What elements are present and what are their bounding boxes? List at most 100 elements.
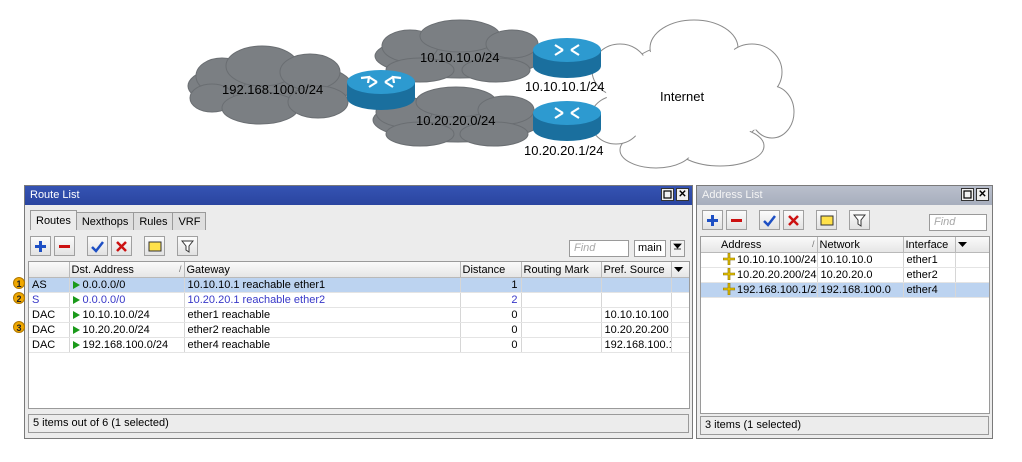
col-network[interactable]: Network <box>817 237 904 253</box>
address-toolbar <box>702 210 870 230</box>
note-icon <box>820 215 833 226</box>
close-button[interactable]: ✕ <box>676 188 689 201</box>
route-flags: S <box>29 292 70 308</box>
routes-header-row: Dst. Address / Gateway Distance Routing M… <box>29 262 689 278</box>
route-status-bar: 5 items out of 6 (1 selected) <box>28 414 689 433</box>
enable-button[interactable] <box>87 236 108 256</box>
sort-indicator-icon: / <box>178 263 182 274</box>
route-gateway: 10.20.20.1 reachable ether2 <box>184 292 461 308</box>
tab-nexthops[interactable]: Nexthops <box>75 212 135 230</box>
add-button[interactable] <box>30 236 51 256</box>
route-active-flag-icon <box>72 296 80 304</box>
route-dst: 192.168.100.0/24 <box>69 337 185 353</box>
col-address[interactable]: Address / <box>701 237 818 253</box>
route-active-flag-icon <box>72 281 80 289</box>
col-distance[interactable]: Distance <box>460 262 522 278</box>
route-distance: 0 <box>460 337 522 353</box>
route-dst-text: 0.0.0.0/0 <box>82 294 126 306</box>
row-spacer <box>955 282 989 298</box>
table-row[interactable]: AS 0.0.0.0/0 10.10.10.1 reachable ether1… <box>29 277 689 293</box>
router-icon <box>533 101 601 141</box>
address-table: Address / Network Interface 10.10.10.100/… <box>701 237 989 298</box>
find-input[interactable]: Find <box>929 214 987 231</box>
network-cell: 192.168.100.0 <box>817 282 904 298</box>
tab-vrf[interactable]: VRF <box>172 212 207 230</box>
disable-button[interactable] <box>111 236 132 256</box>
route-gateway: ether1 reachable <box>184 307 461 323</box>
col-dst-address[interactable]: Dst. Address / <box>69 262 185 278</box>
route-pref-source: 10.10.10.100 <box>601 307 672 323</box>
annotation-badge-1: 1 <box>13 277 25 289</box>
col-gateway[interactable]: Gateway <box>184 262 461 278</box>
restore-button[interactable] <box>961 188 974 201</box>
remove-button[interactable] <box>54 236 75 256</box>
net1-subnet-label: 10.10.10.0/24 <box>420 50 500 65</box>
route-pref-source: 10.20.20.200 <box>601 322 672 338</box>
window-title: Route List <box>30 189 80 201</box>
address-plus-icon <box>723 283 735 295</box>
address-plus-icon <box>723 268 735 280</box>
comment-button[interactable] <box>816 210 837 230</box>
route-flags: DAC <box>29 322 70 338</box>
remove-button[interactable] <box>726 210 747 230</box>
address-plus-icon <box>723 253 735 265</box>
table-row[interactable]: DAC 192.168.100.0/24 ether4 reachable 0 … <box>29 337 689 353</box>
address-list-titlebar[interactable]: Address List ✕ <box>697 186 992 205</box>
filter-button[interactable] <box>849 210 870 230</box>
annotation-badge-3: 3 <box>13 321 25 333</box>
find-input[interactable]: Find <box>569 240 629 257</box>
route-mark <box>521 277 602 293</box>
table-row[interactable]: 10.20.20.200/24 10.20.20.0 ether2 <box>701 267 989 283</box>
route-active-flag-icon <box>72 326 80 334</box>
row-spacer <box>671 337 689 353</box>
route-list-titlebar[interactable]: Route List ✕ <box>25 186 692 205</box>
route-mark <box>521 307 602 323</box>
routing-table-select[interactable]: main <box>634 240 666 257</box>
network-cell: 10.10.10.0 <box>817 252 904 268</box>
tab-rules[interactable]: Rules <box>133 212 174 230</box>
row-spacer <box>671 277 689 293</box>
check-icon <box>763 214 776 227</box>
tab-routes[interactable]: Routes <box>30 210 77 230</box>
filter-button[interactable] <box>177 236 198 256</box>
address-cell: 10.20.20.200/24 <box>701 267 818 283</box>
col-flags[interactable] <box>29 262 70 278</box>
net2-subnet-label: 10.20.20.0/24 <box>416 113 496 128</box>
route-flags: DAC <box>29 337 70 353</box>
filter-icon <box>181 240 194 253</box>
table-row[interactable]: 10.10.10.100/24 10.10.10.0 ether1 <box>701 252 989 268</box>
close-button[interactable]: ✕ <box>976 188 989 201</box>
enable-button[interactable] <box>759 210 780 230</box>
columns-menu-button[interactable] <box>671 262 689 278</box>
network-diagram: 192.168.100.0/24 10.10.10.0/24 10.20.20.… <box>0 0 1022 180</box>
interface-cell: ether1 <box>903 252 956 268</box>
restore-button[interactable] <box>661 188 674 201</box>
table-dropdown-button[interactable] <box>670 240 685 257</box>
window-title: Address List <box>702 189 763 201</box>
comment-button[interactable] <box>144 236 165 256</box>
disable-button[interactable] <box>783 210 804 230</box>
plus-icon <box>35 240 46 252</box>
table-row[interactable]: 192.168.100.1/24 192.168.100.0 ether4 <box>701 282 989 298</box>
col-interface[interactable]: Interface <box>903 237 956 253</box>
table-row[interactable]: DAC 10.20.20.0/24 ether2 reachable 0 10.… <box>29 322 689 338</box>
network-cell: 10.20.20.0 <box>817 267 904 283</box>
table-row[interactable]: S 0.0.0.0/0 10.20.20.1 reachable ether2 … <box>29 292 689 308</box>
route-dst: 10.20.20.0/24 <box>69 322 185 338</box>
route-distance: 1 <box>460 277 522 293</box>
minus-icon <box>59 244 70 248</box>
router1-address-label: 10.10.10.1/24 <box>525 79 605 94</box>
table-row[interactable]: DAC 10.10.10.0/24 ether1 reachable 0 10.… <box>29 307 689 323</box>
add-button[interactable] <box>702 210 723 230</box>
router2-address-label: 10.20.20.1/24 <box>524 143 604 158</box>
chevron-down-icon <box>957 241 967 247</box>
columns-menu-button[interactable] <box>955 237 989 253</box>
col-dst-address-label: Dst. Address <box>71 263 134 276</box>
route-active-flag-icon <box>72 341 80 349</box>
address-text: 192.168.100.1/24 <box>737 284 817 296</box>
col-pref-source[interactable]: Pref. Source <box>601 262 672 278</box>
col-routing-mark[interactable]: Routing Mark <box>521 262 602 278</box>
sort-indicator-icon: / <box>811 238 815 249</box>
lan-subnet-label: 192.168.100.0/24 <box>222 82 324 97</box>
route-dst-text: 10.10.10.0/24 <box>82 309 150 321</box>
